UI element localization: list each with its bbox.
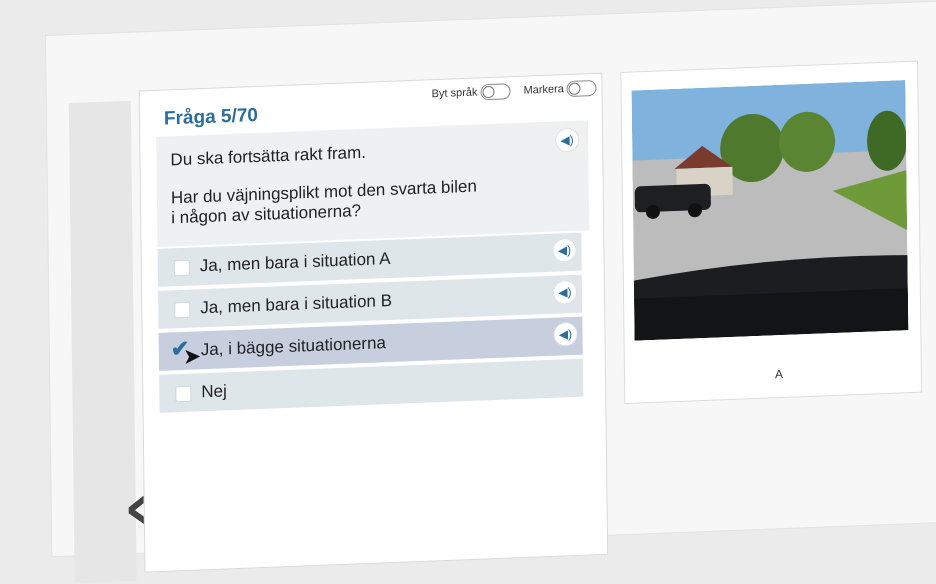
language-toggle-row: Byt språk bbox=[432, 83, 511, 102]
speaker-icon[interactable]: ◀) bbox=[556, 128, 579, 152]
mark-toggle-row: Markera bbox=[523, 79, 597, 99]
situation-image-card: A bbox=[620, 60, 923, 405]
question-prompt-line: Du ska fortsätta rakt fram. bbox=[170, 142, 367, 170]
mark-toggle[interactable] bbox=[566, 79, 597, 98]
situation-photo bbox=[631, 80, 909, 341]
speaker-icon[interactable]: ◀) bbox=[553, 238, 576, 262]
checkbox-icon[interactable] bbox=[173, 259, 190, 277]
quiz-stage: ‹ Fråga 5/70 Byt språk Markera Du ska fo… bbox=[46, 1, 936, 584]
question-number: Fråga 5/70 bbox=[163, 104, 259, 130]
speaker-icon[interactable]: ◀) bbox=[554, 322, 577, 346]
speaker-icon[interactable]: ◀) bbox=[553, 280, 577, 304]
question-card: Fråga 5/70 Byt språk Markera Du ska fort… bbox=[138, 72, 609, 573]
answer-label: Ja, men bara i situation B bbox=[200, 290, 393, 318]
cursor-icon: ➤ bbox=[182, 343, 202, 369]
question-text-box: Du ska fortsätta rakt fram. Har du väjni… bbox=[156, 120, 590, 247]
language-toggle-label: Byt språk bbox=[431, 86, 478, 101]
image-caption: A bbox=[774, 366, 784, 382]
checkbox-icon[interactable] bbox=[175, 385, 192, 403]
answer-label: Nej bbox=[201, 381, 227, 402]
answer-label: Ja, men bara i situation A bbox=[199, 248, 391, 276]
language-toggle[interactable] bbox=[480, 83, 511, 101]
mark-toggle-label: Markera bbox=[523, 83, 564, 97]
checkbox-icon[interactable] bbox=[174, 301, 191, 319]
answer-label: Ja, i bägge situationerna bbox=[200, 333, 387, 360]
